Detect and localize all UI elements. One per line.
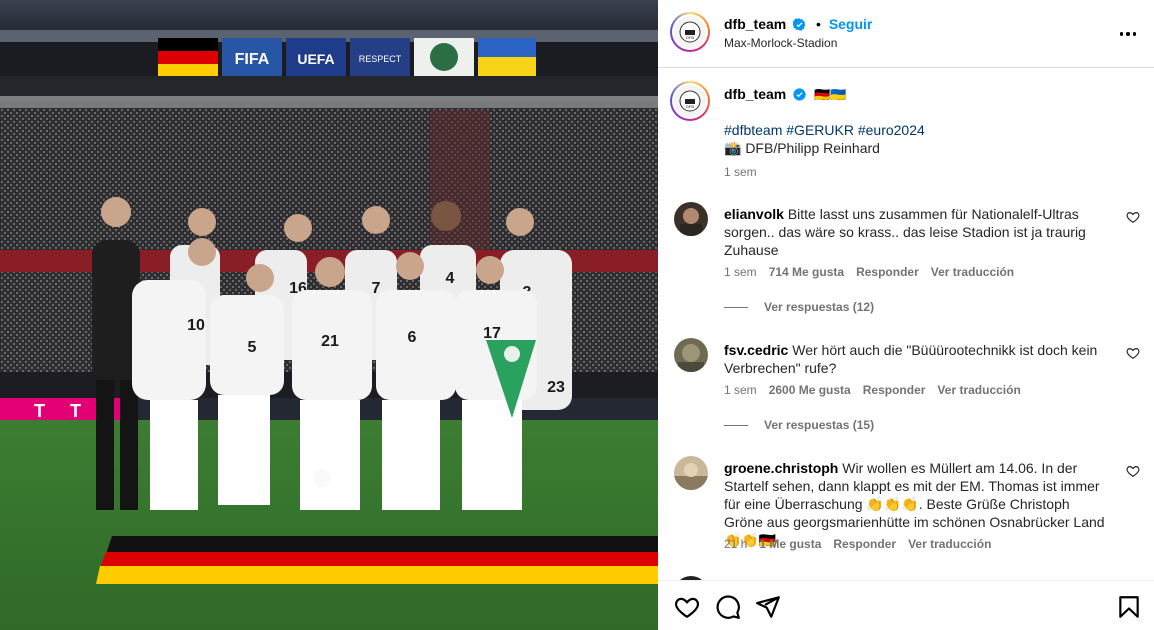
bookmark-icon[interactable] [1116, 594, 1142, 620]
comment-likes[interactable]: 714 Me gusta [769, 265, 844, 279]
comment-item: fsv.cedric Wer hört auch die "Büüürootec… [674, 338, 1142, 448]
caption-emoji: 🇩🇪🇺🇦 [814, 87, 847, 102]
svg-text:5: 5 [248, 339, 257, 356]
translate-button[interactable]: Ver traducción [937, 383, 1020, 397]
commenter-avatar[interactable] [674, 202, 708, 236]
svg-text:UEFA: UEFA [297, 51, 334, 67]
caption-username[interactable]: dfb_team [724, 86, 786, 102]
caption-credit: 📸 DFB/Philipp Reinhard [724, 140, 880, 156]
username[interactable]: dfb_team [724, 16, 786, 32]
translate-button[interactable]: Ver traducción [931, 265, 1014, 279]
reply-button[interactable]: Responder [856, 265, 919, 279]
comment-username[interactable]: groene.christoph [724, 460, 838, 476]
reply-button[interactable]: Responder [833, 537, 896, 551]
view-replies-button[interactable]: Ver respuestas (15) [724, 418, 874, 432]
svg-text:23: 23 [547, 379, 565, 396]
comments-scroll[interactable]: DFB dfb_team 🇩🇪🇺🇦 #dfbteam #GERUKR #euro… [658, 69, 1154, 580]
comment-icon[interactable] [715, 594, 741, 620]
commenter-avatar[interactable] [674, 456, 708, 490]
comment-time: 21 h [724, 537, 748, 551]
comment-likes[interactable]: 1 Me gusta [759, 537, 821, 551]
separator-dot: • [816, 16, 821, 32]
heart-icon[interactable] [1126, 210, 1140, 224]
share-icon[interactable] [755, 594, 781, 620]
comment-item: groene.christoph Wir wollen es Müllert a… [674, 456, 1142, 556]
post-panel: DFB dfb_team • Seguir Max-Morlock-Stadio… [658, 0, 1154, 630]
comment-time: 1 sem [724, 265, 757, 279]
svg-text:4: 4 [446, 270, 455, 287]
view-replies-button[interactable]: Ver respuestas (12) [724, 300, 874, 314]
svg-text:T: T [34, 401, 45, 421]
translate-button[interactable]: Ver traducción [908, 537, 991, 551]
svg-text:17: 17 [483, 325, 501, 342]
dfb-crest-icon: DFB [679, 21, 701, 43]
svg-text:FIFA: FIFA [235, 51, 270, 68]
svg-text:21: 21 [321, 333, 339, 350]
svg-text:7: 7 [372, 280, 381, 297]
avatar[interactable]: DFB [670, 12, 710, 52]
caption-hashtags[interactable]: #dfbteam #GERUKR #euro2024 [724, 122, 925, 138]
verified-icon [793, 88, 806, 101]
comment-meta: 1 sem 714 Me gusta Responder Ver traducc… [724, 265, 1014, 279]
commenter-avatar[interactable] [674, 338, 708, 372]
post-actions [658, 580, 1154, 630]
location-link[interactable]: Max-Morlock-Stadion [724, 36, 837, 50]
verified-icon [793, 18, 806, 31]
comment-meta: 1 sem 2600 Me gusta Responder Ver traduc… [724, 383, 1021, 397]
comment-username[interactable]: elianvolk [724, 206, 784, 222]
svg-text:DFB: DFB [686, 104, 694, 109]
comment-likes[interactable]: 2600 Me gusta [769, 383, 851, 397]
heart-icon[interactable] [1126, 464, 1140, 478]
photo-boards: FIFA UEFA RESPECT [158, 38, 536, 76]
svg-text:DFB: DFB [686, 35, 694, 40]
caption-time: 1 sem [724, 165, 757, 179]
heart-icon[interactable] [674, 594, 700, 620]
reply-button[interactable]: Responder [863, 383, 926, 397]
comment-time: 1 sem [724, 383, 757, 397]
more-options-icon[interactable] [1116, 22, 1140, 46]
caption-avatar[interactable]: DFB [670, 81, 710, 121]
svg-text:T: T [70, 401, 81, 421]
svg-text:RESPECT: RESPECT [359, 54, 402, 64]
svg-text:6: 6 [408, 329, 417, 346]
comment-username[interactable]: fsv.cedric [724, 342, 788, 358]
comment-item: elianvolk Bitte lasst uns zusammen für N… [674, 202, 1142, 314]
comment-meta: 21 h 1 Me gusta Responder Ver traducción [724, 537, 991, 551]
heart-icon[interactable] [1126, 346, 1140, 360]
follow-button[interactable]: Seguir [829, 16, 873, 32]
post-photo[interactable]: FIFA UEFA RESPECT T T 16 7 4 23 10 5 21 … [0, 0, 658, 630]
svg-text:10: 10 [187, 317, 205, 334]
post-header: DFB dfb_team • Seguir Max-Morlock-Stadio… [658, 0, 1154, 68]
dfb-crest-icon: DFB [679, 90, 701, 112]
